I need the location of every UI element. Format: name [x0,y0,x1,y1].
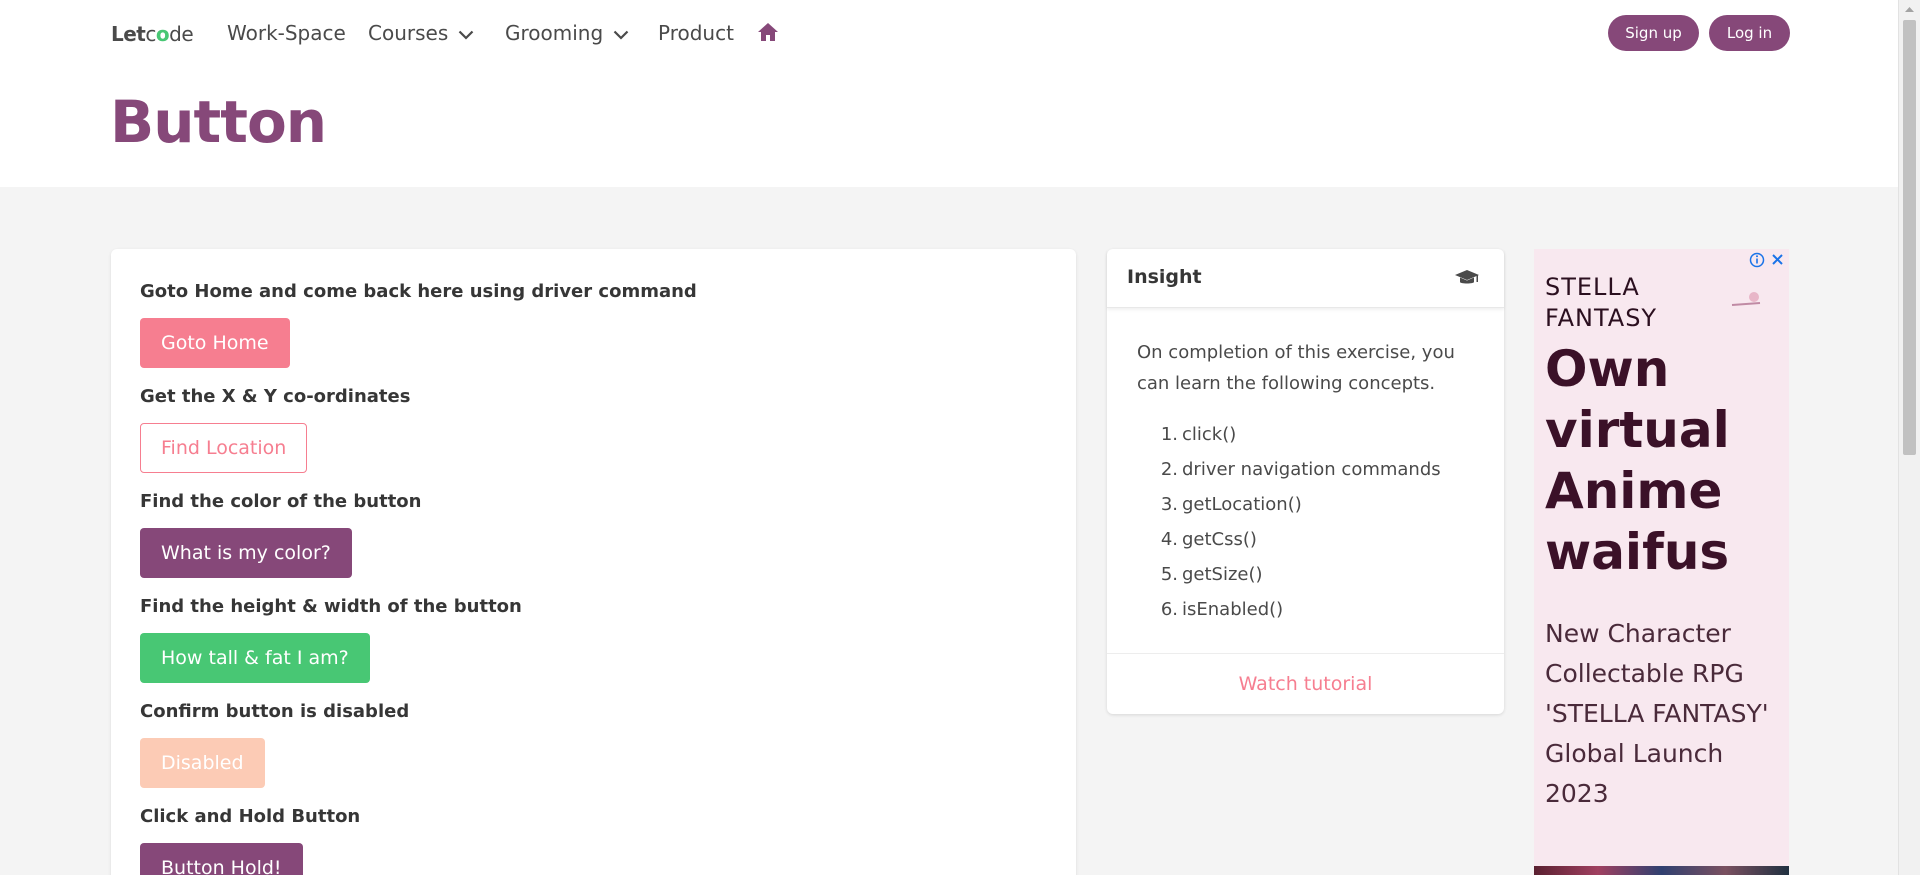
navbar: Letcode Work-Space Courses Grooming Prod… [0,0,1898,66]
goto-home-label: Goto Home and come back here using drive… [140,281,697,302]
login-button[interactable]: Log in [1709,15,1790,51]
page-header: Button [0,66,1898,187]
button-size-label: Find the height & width of the button [140,596,522,617]
nav-courses[interactable]: Courses [368,21,474,47]
ad-subtext: New Character Collectable RPG 'STELLA FA… [1545,619,1769,808]
page-title: Button [110,88,327,156]
scrollbar-thumb[interactable] [1903,20,1916,455]
list-item: 2. driver navigation commands [1160,459,1441,480]
button-hold-button[interactable]: Button Hold! [140,843,303,875]
ad-brand: STELLA FANTASY [1545,273,1658,332]
click-hold-label: Click and Hold Button [140,806,361,827]
exercise-card: Goto Home and come back here using drive… [111,249,1076,875]
insight-title: Insight [1127,266,1202,288]
letcode-logo[interactable]: Letcode [111,22,194,46]
insight-description: On completion of this exercise, you can … [1137,342,1455,394]
find-location-button[interactable]: Find Location [140,423,308,473]
how-tall-fat-button[interactable]: How tall & fat I am? [140,633,370,683]
button-color-label: Find the color of the button [140,491,422,512]
nav-workspace[interactable]: Work-Space [227,21,346,45]
graduation-cap-icon [1454,269,1480,291]
what-is-my-color-button[interactable]: What is my color? [140,528,352,578]
advertisement[interactable]: STELLA FANTASY Own virtual Anime waifus N… [1534,249,1789,875]
close-icon [1772,254,1783,265]
scroll-up-arrow-icon[interactable] [1899,2,1920,18]
scrollbar[interactable] [1898,0,1920,875]
ad-controls [1749,251,1787,273]
list-item: 6. isEnabled() [1160,599,1284,620]
ad-headline: Own virtual Anime waifus [1545,340,1730,581]
chevron-down-icon [458,21,474,45]
nav-product[interactable]: Product [658,21,734,45]
concepts-list: 1. click() 2. driver navigation commands 3… [1156,417,1441,627]
disabled-button: Disabled [140,738,265,788]
info-icon [1749,252,1765,268]
list-item: 5. getSize() [1160,564,1263,585]
ad-image [1534,866,1789,875]
signup-button[interactable]: Sign up [1608,15,1699,51]
list-item: 4. getCss() [1160,529,1257,550]
ad-logo-icon [1730,291,1764,312]
chevron-down-icon [613,21,629,45]
list-item: 3. getLocation() [1160,494,1302,515]
goto-home-button[interactable]: Goto Home [140,318,290,368]
watch-tutorial-link[interactable]: Watch tutorial [1107,653,1504,714]
insight-card: Insight On completion of this exercise, … [1107,249,1504,714]
disabled-label: Confirm button is disabled [140,701,410,722]
find-location-label: Get the X & Y co-ordinates [140,386,411,407]
home-icon[interactable] [757,22,779,46]
nav-grooming[interactable]: Grooming [505,21,629,47]
list-item: 1. click() [1160,424,1237,445]
insight-header: Insight [1107,249,1504,308]
